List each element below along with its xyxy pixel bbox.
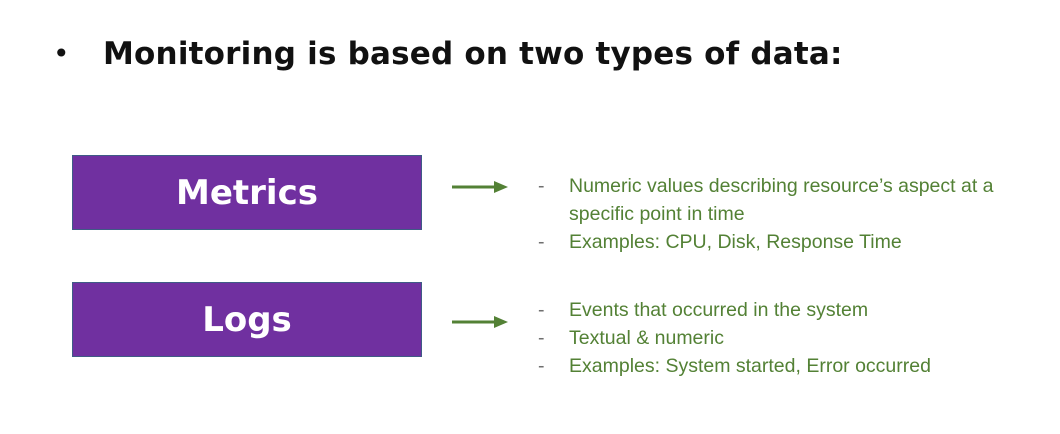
list-item: Events that occurred in the system: [538, 296, 1038, 324]
slide: • Monitoring is based on two types of da…: [0, 0, 1060, 434]
metrics-description-list: Numeric values describing resource’s asp…: [538, 172, 1038, 256]
heading-bullet: •: [53, 37, 70, 70]
heading-text: Monitoring is based on two types of data…: [103, 36, 843, 72]
list-item: Examples: System started, Error occurred: [538, 352, 1038, 380]
right-arrow-icon: [452, 181, 508, 193]
logs-description-list: Events that occurred in the system Textu…: [538, 296, 1038, 380]
metrics-label: Metrics: [176, 172, 318, 213]
list-item: Examples: CPU, Disk, Response Time: [538, 228, 1038, 256]
right-arrow-icon: [452, 316, 508, 328]
logs-label: Logs: [202, 299, 292, 340]
slide-heading: • Monitoring is based on two types of da…: [53, 30, 843, 78]
metrics-box: Metrics: [72, 155, 422, 230]
list-item: Textual & numeric: [538, 324, 1038, 352]
list-item: Numeric values describing resource’s asp…: [538, 172, 1038, 228]
logs-box: Logs: [72, 282, 422, 357]
